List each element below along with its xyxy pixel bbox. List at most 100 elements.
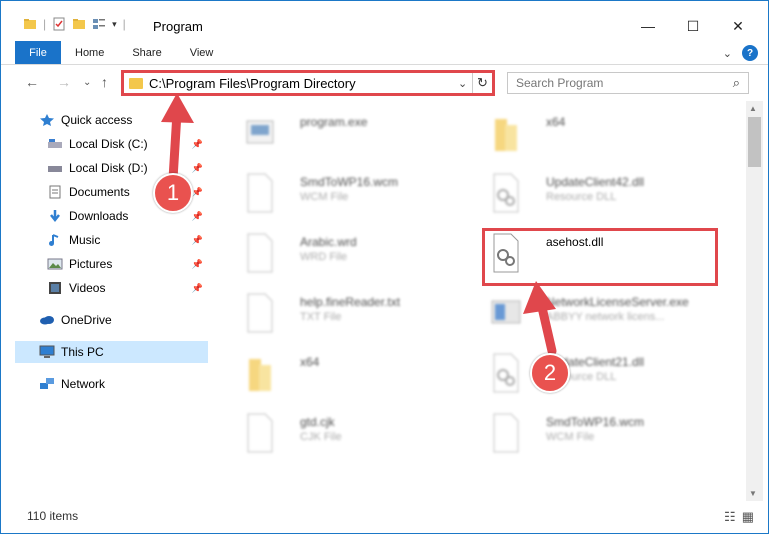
address-path[interactable]: C:\Program Files\Program Directory [149, 76, 458, 91]
nav-item-network[interactable]: Network [39, 373, 208, 395]
document-icon [247, 233, 273, 273]
vertical-scrollbar[interactable]: ▲ ▼ [746, 101, 763, 501]
recent-locations-icon[interactable]: ⌄ [83, 77, 91, 88]
status-bar: 110 items ☷ ▦ [1, 501, 768, 533]
help-icon[interactable]: ? [742, 45, 758, 61]
new-folder-icon[interactable] [72, 17, 86, 31]
music-icon [49, 234, 59, 246]
file-item[interactable]: x64 [471, 107, 711, 159]
folder-icon [495, 119, 517, 151]
file-type: WCM File [300, 191, 349, 203]
documents-icon [49, 185, 61, 199]
view-options-icon[interactable] [92, 17, 106, 31]
network-icon [40, 378, 54, 389]
pictures-icon [47, 258, 63, 270]
step-badge-1: 1 [153, 173, 193, 213]
file-item[interactable]: program.exe [225, 107, 465, 159]
file-type: WCM File [546, 431, 595, 443]
nav-label: OneDrive [61, 313, 112, 327]
tab-share[interactable]: Share [118, 41, 175, 64]
videos-icon [49, 282, 61, 294]
exe-icon [246, 120, 274, 144]
quick-access-toolbar: | ▾ | [23, 17, 126, 31]
pin-icon[interactable]: 📌 [192, 211, 203, 222]
nav-item-pictures[interactable]: Pictures 📌 [47, 253, 208, 275]
file-item[interactable]: SmdToWP16.wcm WCM File [471, 407, 711, 459]
file-type: ABBYY network licens... [546, 311, 665, 323]
file-item[interactable]: x64 [225, 347, 465, 399]
pin-icon[interactable]: 📌 [192, 259, 203, 270]
explorer-window: | ▾ | Program — ☐ ✕ File Home Share View… [0, 0, 769, 534]
file-name: gtd.cjk [300, 415, 335, 429]
file-name: program.exe [300, 115, 368, 129]
file-item[interactable]: NetworkLicenseServer.exe ABBYY network l… [471, 287, 711, 339]
nav-label: Documents [69, 185, 130, 199]
nav-label: Pictures [69, 257, 113, 271]
item-count: 110 items [27, 509, 79, 523]
chevron-down-icon[interactable]: ⌄ [458, 77, 472, 90]
nav-item-onedrive[interactable]: OneDrive [39, 309, 208, 331]
nav-label: Music [69, 233, 101, 247]
pin-icon[interactable]: 📌 [192, 283, 203, 294]
file-item[interactable]: Arabic.wrd WRD File [225, 227, 465, 279]
details-view-icon[interactable]: ☷ [724, 509, 736, 525]
minimize-button[interactable]: — [625, 11, 671, 41]
exe-icon [491, 300, 521, 324]
file-type: TXT File [300, 311, 342, 323]
drive-icon [48, 139, 62, 148]
tab-view[interactable]: View [176, 41, 228, 64]
title-bar: | ▾ | Program — ☐ ✕ [1, 1, 768, 41]
file-name: x64 [546, 115, 566, 129]
file-item[interactable]: UpdateClient21.dll Resource DLL [471, 347, 711, 399]
pin-icon[interactable]: 📌 [192, 139, 203, 150]
tab-home[interactable]: Home [61, 41, 118, 64]
maximize-button[interactable]: ☐ [670, 11, 716, 41]
ribbon-controls: ⌄ ? [723, 45, 758, 61]
search-input[interactable]: Search Program ⌕ [507, 72, 749, 94]
scroll-up-icon[interactable]: ▲ [749, 104, 757, 113]
close-button[interactable]: ✕ [715, 11, 761, 41]
file-item[interactable]: help.fineReader.txt TXT File [225, 287, 465, 339]
file-name: help.fineReader.txt [300, 295, 401, 309]
computer-icon [39, 345, 55, 358]
nav-item-music[interactable]: Music 📌 [47, 229, 208, 251]
search-placeholder: Search Program [516, 76, 604, 90]
scroll-down-icon[interactable]: ▼ [749, 489, 757, 498]
expand-ribbon-icon[interactable]: ⌄ [723, 47, 732, 60]
nav-label: Local Disk (C:) [69, 137, 148, 151]
dll-gear-icon [493, 353, 519, 393]
file-name: NetworkLicenseServer.exe [546, 295, 689, 309]
large-icons-view-icon[interactable]: ▦ [742, 509, 754, 525]
drive-icon [48, 166, 62, 172]
customize-toolbar-icon[interactable]: ▾ [112, 19, 117, 30]
search-icon[interactable]: ⌕ [733, 75, 740, 91]
file-type: CJK File [300, 431, 342, 443]
refresh-icon[interactable]: ↻ [472, 73, 492, 93]
pin-icon[interactable]: 📌 [192, 187, 203, 198]
up-arrow-icon[interactable]: ↑ [101, 74, 108, 90]
pin-icon[interactable]: 📌 [192, 235, 203, 246]
address-bar[interactable]: C:\Program Files\Program Directory ⌄ ↻ [121, 70, 495, 96]
nav-item-videos[interactable]: Videos 📌 [47, 277, 208, 299]
file-item[interactable]: gtd.cjk CJK File [225, 407, 465, 459]
file-item[interactable]: UpdateClient42.dll Resource DLL [471, 167, 711, 219]
folder-icon[interactable] [23, 17, 37, 31]
properties-icon[interactable] [52, 17, 66, 31]
tab-file[interactable]: File [15, 41, 61, 64]
file-type: Resource DLL [546, 191, 617, 203]
back-arrow-icon[interactable]: ← [25, 74, 39, 90]
nav-item-local-disk-c[interactable]: Local Disk (C:) 📌 [47, 133, 208, 155]
scroll-thumb[interactable] [748, 117, 761, 167]
navigation-pane: Quick access Local Disk (C:) 📌 Local Dis… [1, 101, 211, 501]
text-file-icon [247, 293, 273, 333]
pin-icon[interactable]: 📌 [192, 163, 203, 174]
forward-arrow-icon[interactable]: → [57, 74, 71, 90]
nav-item-this-pc[interactable]: This PC [15, 341, 208, 363]
step-badge-2: 2 [530, 353, 570, 393]
file-name: UpdateClient42.dll [546, 175, 645, 189]
file-name: SmdToWP16.wcm [546, 415, 645, 429]
document-icon [493, 413, 519, 453]
star-icon [40, 114, 54, 126]
file-item[interactable]: SmdToWP16.wcm WCM File [225, 167, 465, 219]
file-name: SmdToWP16.wcm [300, 175, 399, 189]
